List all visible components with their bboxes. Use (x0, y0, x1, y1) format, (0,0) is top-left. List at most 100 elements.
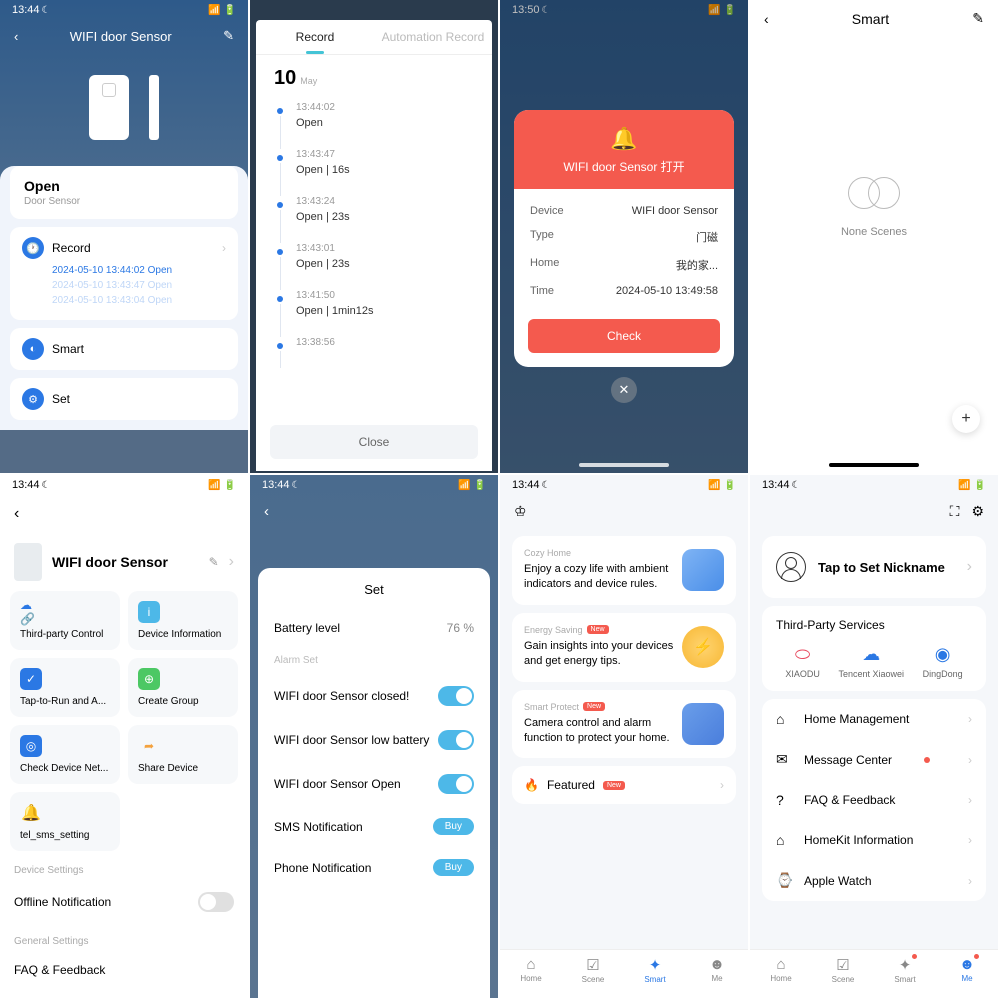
chevron-right-icon: › (968, 874, 972, 888)
menu-home-mgmt[interactable]: ⌂Home Management› (762, 699, 986, 739)
device-name: WIFI door Sensor (52, 554, 199, 570)
home-icon: ⌂ (776, 711, 794, 727)
chevron-right-icon: › (968, 712, 972, 726)
edit-icon[interactable]: ✎ (209, 555, 219, 569)
edit-icon[interactable]: ✎ (223, 28, 234, 44)
home-indicator (579, 463, 669, 467)
chevron-right-icon: › (968, 753, 972, 767)
chevron-right-icon: › (720, 778, 724, 792)
alarm-row[interactable]: WIFI door Sensor low battery (258, 718, 490, 762)
sensor-image (89, 75, 129, 140)
edit-icon[interactable]: ✎ (972, 10, 984, 27)
status-icons: 📶 🔋 (208, 5, 236, 16)
back-icon[interactable]: ‹ (14, 29, 18, 44)
set-row[interactable]: ⚙ Set (10, 378, 238, 420)
profile-card[interactable]: Tap to Set Nickname › (762, 536, 986, 598)
svc-dingdong[interactable]: ◉DingDong (923, 644, 963, 679)
toggle[interactable] (198, 892, 234, 912)
timeline: 13:44:02Open 13:43:47Open | 16s 13:43:24… (256, 94, 492, 417)
gear-icon: ⚙ (22, 388, 44, 410)
tab-smart[interactable]: ✦Smart (874, 956, 936, 984)
page-header: ‹ WIFI door Sensor ✎ (0, 20, 248, 52)
card-tel-sms[interactable]: 🔔tel_sms_setting (10, 792, 120, 851)
tab-me[interactable]: ☻Me (686, 956, 748, 984)
device-thumb (14, 543, 42, 581)
toggle[interactable] (438, 686, 474, 706)
third-party-card: Third-Party Services ⬭XIAODU ☁Tencent Xi… (762, 606, 986, 691)
alarm-row[interactable]: WIFI door Sensor closed! (258, 674, 490, 718)
chevron-right-icon: › (967, 558, 972, 576)
alert-title: WIFI door Sensor 打开 (514, 158, 734, 175)
menu-faq[interactable]: ?FAQ & Feedback› (762, 780, 986, 820)
cozy-card[interactable]: Cozy HomeEnjoy a cozy life with ambient … (512, 536, 736, 605)
featured-row[interactable]: 🔥 Featured New › (512, 766, 736, 804)
check-button[interactable]: Check (528, 319, 720, 353)
card-create-group[interactable]: ⊕Create Group (128, 658, 238, 717)
venn-icon (848, 177, 900, 211)
timeline-item: 13:43:47Open | 16s (274, 141, 474, 188)
settings-grid: ☁ 🔗Third-party Control iDevice Informati… (0, 591, 248, 851)
offline-row[interactable]: Offline Notification (0, 882, 248, 922)
svc-tencent[interactable]: ☁Tencent Xiaowei (838, 644, 904, 679)
card-third-party[interactable]: ☁ 🔗Third-party Control (10, 591, 120, 650)
close-icon[interactable]: ✕ (611, 377, 637, 403)
card-share[interactable]: ➦Share Device (128, 725, 238, 784)
moon-icon: ☾ (42, 5, 51, 16)
back-icon[interactable]: ‹ (0, 495, 248, 533)
screen-set: 13:44☾ 📶 🔋 ‹ Set Battery level 76 % Alar… (250, 475, 500, 1000)
tab-scene[interactable]: ☑Scene (562, 956, 624, 984)
menu-list: ⌂Home Management› ✉Message Center› ?FAQ … (762, 699, 986, 901)
tab-automation[interactable]: Automation Record (374, 20, 492, 54)
card-tap-run[interactable]: ✓Tap-to-Run and A... (10, 658, 120, 717)
status-bar: 13:44☾ 📶 🔋 (0, 475, 248, 495)
alarm-row[interactable]: WIFI door Sensor Open (258, 762, 490, 806)
faq-row[interactable]: FAQ & Feedback (0, 953, 248, 987)
timeline-item: 13:44:02Open (274, 94, 474, 141)
status-sub: Door Sensor (24, 196, 224, 207)
tab-home[interactable]: ⌂Home (750, 956, 812, 984)
date-header: 10 May (256, 55, 492, 94)
tab-me[interactable]: ☻Me (936, 956, 998, 984)
protect-card[interactable]: Smart ProtectNewCamera control and alarm… (512, 690, 736, 759)
chevron-right-icon[interactable]: › (229, 553, 234, 571)
status-bar: 13:44☾ 📶 🔋 (250, 475, 498, 495)
home-icon (682, 549, 724, 591)
page-header: ‹ Smart ✎ (750, 0, 998, 37)
toggle[interactable] (438, 774, 474, 794)
toggle[interactable] (438, 730, 474, 750)
record-item: 2024-05-10 13:43:47 Open (52, 280, 226, 291)
buy-button[interactable]: Buy (433, 859, 474, 876)
menu-homekit[interactable]: ⌂HomeKit Information› (762, 820, 986, 860)
buy-button[interactable]: Buy (433, 818, 474, 835)
empty-label: None Scenes (841, 226, 907, 238)
scan-icon[interactable]: ⛶ (950, 503, 960, 520)
alert-header: 🔔 WIFI door Sensor 打开 (514, 110, 734, 189)
add-button[interactable]: + (952, 405, 980, 433)
date-day: 10 (274, 67, 296, 90)
set-label: Set (52, 392, 70, 406)
gear-icon[interactable]: ⚙ (971, 503, 984, 520)
top-actions: ⛶ ⚙ (750, 495, 998, 528)
energy-card[interactable]: Energy SavingNewGain insights into your … (512, 613, 736, 682)
back-icon[interactable]: ‹ (250, 495, 498, 528)
phone-row[interactable]: Phone NotificationBuy (258, 847, 490, 888)
svc-xiaodu[interactable]: ⬭XIAODU (785, 644, 820, 679)
smart-row[interactable]: ◐ Smart (10, 328, 238, 370)
tab-record[interactable]: Record (256, 20, 374, 54)
sms-row[interactable]: SMS NotificationBuy (258, 806, 490, 847)
tab-smart[interactable]: ✦Smart (624, 956, 686, 984)
profile-icon[interactable]: ♔ (500, 495, 748, 528)
panel-title: Set (258, 582, 490, 609)
card-device-info[interactable]: iDevice Information (128, 591, 238, 650)
tab-home[interactable]: ⌂Home (500, 956, 562, 984)
status-bar: 13:44☾ 📶 🔋 (500, 475, 748, 495)
new-badge: New (587, 625, 609, 634)
close-button[interactable]: Close (270, 425, 478, 459)
menu-watch[interactable]: ⌚Apple Watch› (762, 860, 986, 901)
record-card[interactable]: 🕐 Record › 2024-05-10 13:44:02 Open 2024… (10, 227, 238, 320)
tab-scene[interactable]: ☑Scene (812, 956, 874, 984)
menu-message[interactable]: ✉Message Center› (762, 739, 986, 780)
back-icon[interactable]: ‹ (764, 11, 769, 27)
card-check-net[interactable]: ◎Check Device Net... (10, 725, 120, 784)
empty-state: None Scenes (750, 177, 998, 238)
